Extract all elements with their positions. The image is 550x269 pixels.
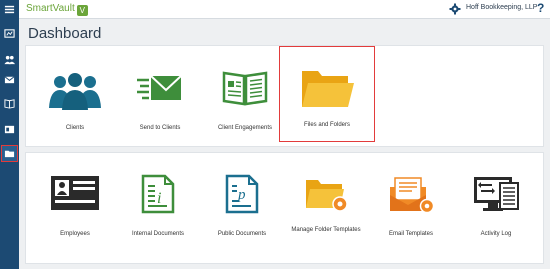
page-title: Dashboard [28, 25, 102, 42]
clients-tile[interactable]: Clients [30, 48, 120, 143]
client-engagements-tile[interactable]: Client Engagements [200, 48, 290, 143]
email-templates-label: Email Templates [389, 231, 433, 237]
brand-badge: V [76, 5, 88, 16]
menu-icon[interactable] [2, 2, 17, 17]
employees-tile[interactable]: Employees [30, 155, 120, 260]
public-documents-icon: p [225, 174, 259, 214]
public-documents-label: Public Documents [217, 231, 267, 237]
employees-label: Employees [60, 231, 90, 237]
secondary-tiles-panel: Employees i Internal Documents p Public … [25, 152, 544, 264]
files-and-folders-label: Files and Folders [303, 122, 351, 128]
client-engagements-label: Client Engagements [217, 125, 273, 131]
files-folders-nav-icon[interactable] [1, 145, 18, 162]
activity-log-label: Activity Log [480, 231, 512, 237]
gear-icon[interactable] [449, 3, 461, 15]
clients-label: Clients [65, 125, 85, 131]
activity-log-tile[interactable]: Activity Log [451, 155, 541, 260]
dashboard-nav-icon[interactable] [2, 26, 17, 41]
employees-icon [51, 176, 99, 210]
activity-log-icon [474, 177, 519, 211]
top-bar: SmartVault V Hoff Bookkeeping, LLP ? [19, 0, 550, 19]
send-to-clients-icon [137, 75, 182, 100]
primary-tiles-panel: Clients Send to Clients Client Engagemen… [25, 45, 544, 147]
public-documents-tile[interactable]: p Public Documents [197, 155, 287, 260]
email-templates-icon [390, 177, 434, 213]
svg-text:i: i [157, 190, 161, 207]
help-icon[interactable]: ? [537, 1, 544, 15]
email-templates-tile[interactable]: Email Templates [366, 155, 456, 260]
internal-documents-icon: i [141, 174, 175, 214]
send-to-clients-label: Send to Clients [139, 125, 181, 131]
svg-text:p: p [237, 187, 246, 203]
engagements-nav-icon[interactable] [2, 96, 17, 111]
clients-icon [49, 73, 101, 110]
folder-icon [302, 71, 354, 107]
send-to-clients-tile[interactable]: Send to Clients [115, 48, 205, 143]
templates-nav-icon[interactable] [2, 122, 17, 137]
brand-name: SmartVault [26, 3, 75, 14]
brand-logo[interactable]: SmartVault V [26, 3, 88, 16]
internal-documents-label: Internal Documents [131, 231, 185, 237]
account-name[interactable]: Hoff Bookkeeping, LLP [466, 4, 537, 11]
folder-settings-icon [306, 180, 348, 212]
send-nav-icon[interactable] [2, 72, 17, 87]
manage-folder-templates-label: Manage Folder Templates [291, 227, 361, 233]
client-engagements-icon [222, 71, 268, 106]
internal-documents-tile[interactable]: i Internal Documents [113, 155, 203, 260]
clients-nav-icon[interactable] [2, 52, 17, 67]
files-and-folders-tile[interactable]: Files and Folders [279, 46, 375, 142]
manage-folder-templates-tile[interactable]: Manage Folder Templates [281, 155, 371, 260]
left-rail [0, 0, 19, 269]
